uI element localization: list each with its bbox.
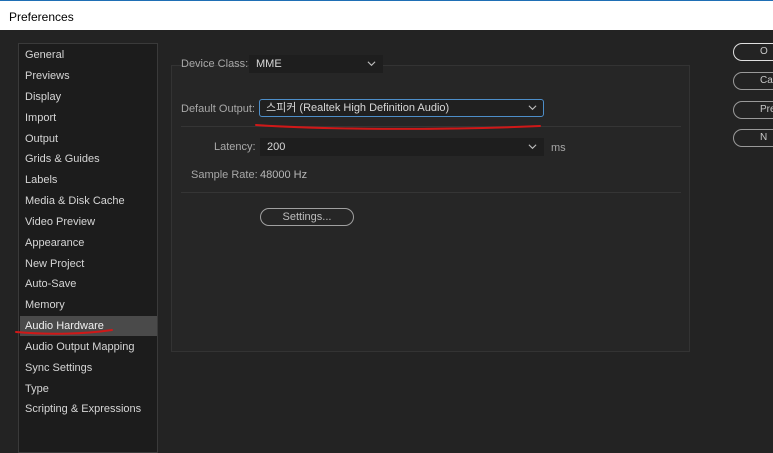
device-class-dropdown[interactable]: MME	[249, 55, 383, 73]
ok-button[interactable]: O	[733, 43, 773, 61]
preview-button[interactable]: Prev	[733, 101, 773, 119]
window-title: Preferences	[9, 10, 74, 24]
sidebar-item-video-preview[interactable]: Video Preview	[20, 212, 157, 232]
preferences-sidebar: General Previews Display Import Output G…	[18, 43, 158, 453]
cancel-button[interactable]: Can	[733, 72, 773, 90]
sidebar-item-labels[interactable]: Labels	[20, 170, 157, 190]
section-divider	[181, 192, 681, 193]
sidebar-item-new-project[interactable]: New Project	[20, 254, 157, 274]
sidebar-item-general[interactable]: General	[20, 45, 157, 65]
default-output-value: 스피커 (Realtek High Definition Audio)	[266, 102, 450, 114]
device-class-value: MME	[256, 58, 282, 70]
section-divider	[181, 126, 681, 127]
sidebar-item-grids-guides[interactable]: Grids & Guides	[20, 149, 157, 169]
sidebar-item-output[interactable]: Output	[20, 129, 157, 149]
title-bar: Preferences	[0, 0, 773, 30]
latency-label: Latency:	[214, 141, 256, 153]
settings-button[interactable]: Settings...	[260, 208, 354, 226]
sidebar-item-media-disk-cache[interactable]: Media & Disk Cache	[20, 191, 157, 211]
sample-rate-value: 48000 Hz	[260, 169, 308, 181]
new-button[interactable]: N	[733, 129, 773, 147]
default-output-label: Default Output:	[181, 103, 255, 115]
latency-dropdown[interactable]: 200	[260, 138, 544, 156]
sidebar-item-appearance[interactable]: Appearance	[20, 233, 157, 253]
latency-value: 200	[267, 141, 286, 153]
chevron-down-icon	[528, 144, 537, 150]
sidebar-item-scripting-expressions[interactable]: Scripting & Expressions	[20, 399, 157, 419]
preferences-dialog: General Previews Display Import Output G…	[0, 30, 773, 453]
sidebar-item-type[interactable]: Type	[20, 379, 157, 399]
sample-rate-label: Sample Rate:	[191, 169, 258, 181]
chevron-down-icon	[528, 105, 537, 111]
sidebar-item-audio-hardware[interactable]: Audio Hardware	[20, 316, 157, 336]
sidebar-item-previews[interactable]: Previews	[20, 66, 157, 86]
sidebar-item-display[interactable]: Display	[20, 87, 157, 107]
sidebar-item-sync-settings[interactable]: Sync Settings	[20, 358, 157, 378]
device-class-label: Device Class:	[181, 58, 249, 70]
sidebar-item-audio-output-mapping[interactable]: Audio Output Mapping	[20, 337, 157, 357]
sidebar-item-auto-save[interactable]: Auto-Save	[20, 274, 157, 294]
sidebar-item-import[interactable]: Import	[20, 108, 157, 128]
chevron-down-icon	[367, 61, 376, 67]
latency-unit: ms	[551, 142, 566, 154]
default-output-dropdown[interactable]: 스피커 (Realtek High Definition Audio)	[259, 99, 544, 117]
sidebar-item-memory[interactable]: Memory	[20, 295, 157, 315]
